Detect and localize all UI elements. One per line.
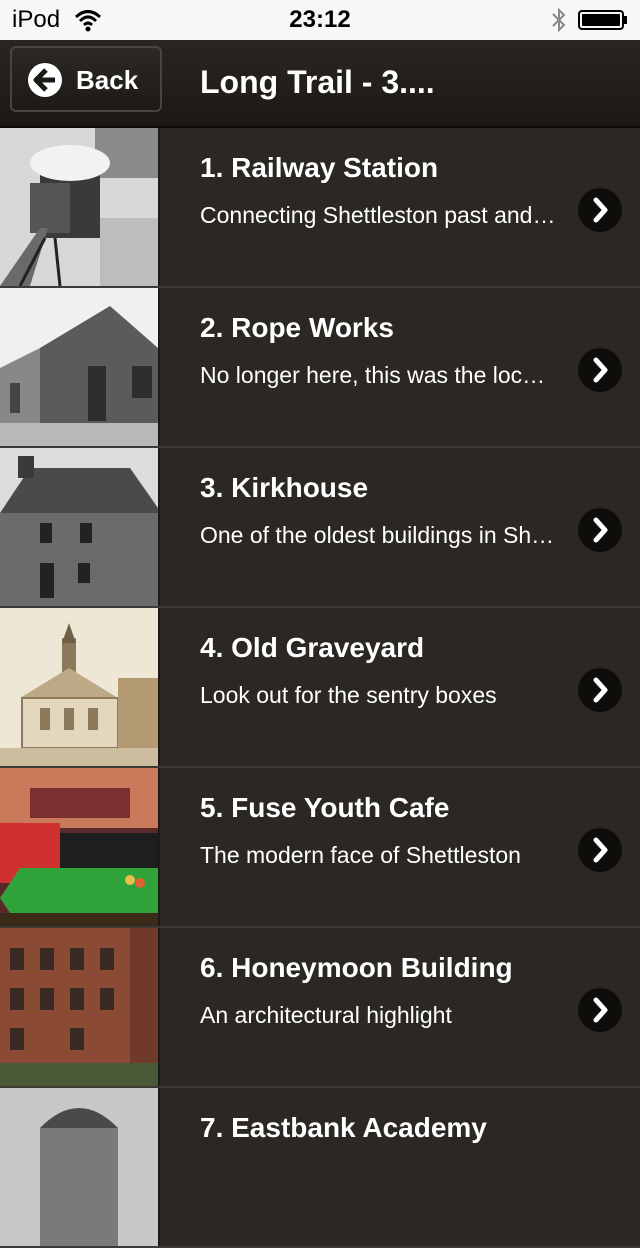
item-title: 2. Rope Works — [200, 312, 394, 343]
list-item[interactable]: 5. Fuse Youth Cafe The modern face of Sh… — [0, 768, 640, 928]
page-title: Long Trail - 3.... — [200, 64, 435, 100]
status-bar: iPod 23:12 — [0, 0, 640, 40]
item-title: 4. Old Graveyard — [200, 632, 425, 663]
item-subtitle: The modern face of Shettleston — [200, 842, 521, 868]
battery-icon — [578, 10, 627, 30]
item-title: 1. Railway Station — [200, 152, 439, 183]
list-item[interactable]: 1. Railway Station Connecting Shettlesto… — [0, 128, 640, 288]
item-subtitle: Connecting Shettleston past and present — [200, 202, 556, 228]
old-graveyard-sketch — [0, 608, 160, 766]
item-subtitle: No longer here, this was the location of… — [200, 362, 556, 388]
list-item[interactable]: 2. Rope Works No longer here, this was t… — [0, 288, 640, 448]
back-button-label: Back — [76, 65, 139, 95]
item-subtitle: One of the oldest buildings in Shettlest… — [200, 522, 556, 548]
bluetooth-icon — [552, 7, 566, 33]
railway-station-photo — [0, 128, 160, 286]
chevron-right-icon[interactable] — [578, 988, 622, 1032]
fuse-youth-cafe-photo — [0, 768, 160, 926]
item-title: 5. Fuse Youth Cafe — [200, 792, 450, 823]
list-item[interactable]: 7. Eastbank Academy — [0, 1088, 640, 1248]
back-arrow-icon — [28, 63, 62, 97]
chevron-right-icon[interactable] — [578, 828, 622, 872]
rope-works-photo — [0, 288, 160, 446]
chevron-right-icon[interactable] — [578, 348, 622, 392]
chevron-right-icon[interactable] — [578, 668, 622, 712]
chevron-right-icon[interactable] — [578, 188, 622, 232]
item-title: 7. Eastbank Academy — [200, 1112, 487, 1143]
list-item[interactable]: 3. Kirkhouse One of the oldest buildings… — [0, 448, 640, 608]
item-title: 3. Kirkhouse — [200, 472, 369, 503]
eastbank-academy-photo — [0, 1088, 160, 1246]
chevron-right-icon[interactable] — [578, 508, 622, 552]
list-item[interactable]: 4. Old Graveyard Look out for the sentry… — [0, 608, 640, 768]
item-title: 6. Honeymoon Building — [200, 952, 513, 983]
item-subtitle: An architectural highlight — [200, 1002, 452, 1028]
honeymoon-building-photo — [0, 928, 160, 1086]
kirkhouse-photo — [0, 448, 160, 606]
back-button[interactable]: Back — [10, 46, 162, 112]
status-clock: 23:12 — [289, 6, 351, 33]
list-item[interactable]: 6. Honeymoon Building An architectural h… — [0, 928, 640, 1088]
navigation-bar: Back Long Trail - 3.... — [0, 40, 640, 128]
item-subtitle: Look out for the sentry boxes — [200, 682, 497, 708]
